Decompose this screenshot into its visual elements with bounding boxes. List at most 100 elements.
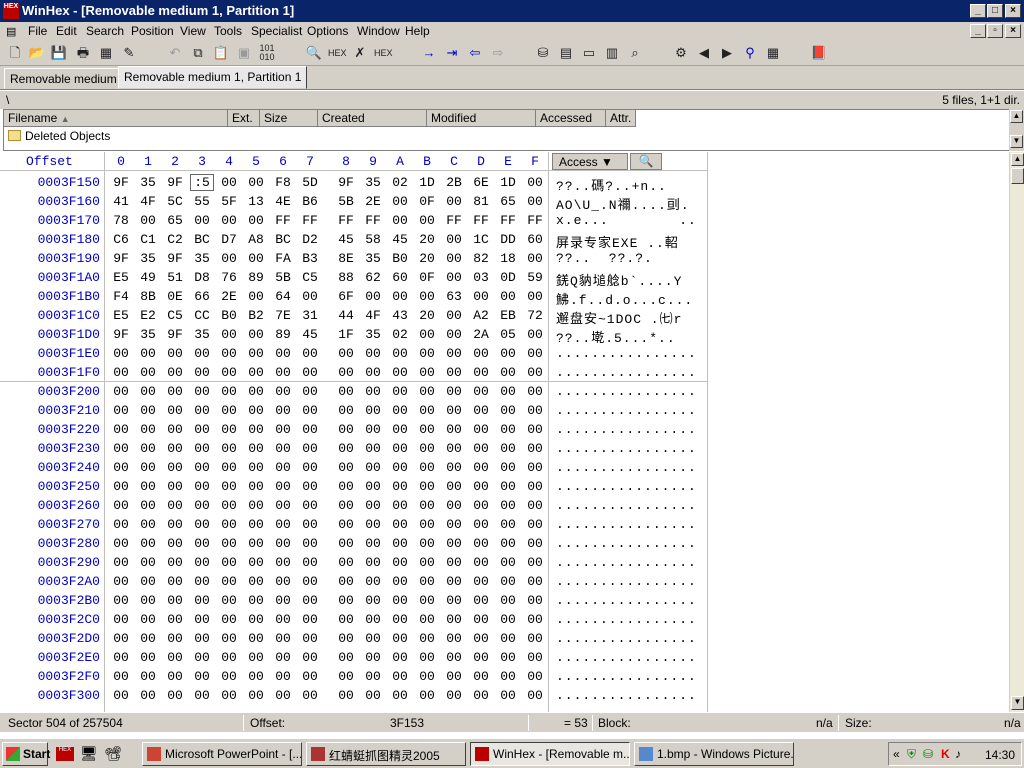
hex-byte[interactable]: E2 (137, 308, 159, 323)
hex-row[interactable]: 0003F260 00 00 00 00 00 00 00 00 00 00 00 00 00 00 00 00… (0, 496, 708, 515)
menu-options[interactable]: Options (307, 24, 348, 38)
binary-icon[interactable]: 101 010 (258, 44, 276, 62)
hex-byte[interactable]: BC (272, 232, 294, 247)
hex-byte[interactable]: 00 (497, 688, 519, 703)
hex-byte[interactable]: 00 (335, 593, 357, 608)
hex-byte[interactable]: 58 (362, 232, 384, 247)
hex-byte[interactable]: 00 (272, 346, 294, 361)
grid-icon[interactable]: ▦ (764, 44, 782, 62)
hex-byte[interactable]: 89 (272, 327, 294, 342)
hex-byte[interactable]: 00 (335, 517, 357, 532)
hex-byte[interactable]: 00 (137, 536, 159, 551)
hex-byte[interactable]: 00 (443, 403, 465, 418)
hex-byte[interactable]: 00 (497, 631, 519, 646)
hex-byte[interactable]: 20 (416, 232, 438, 247)
hex-byte[interactable]: 00 (137, 517, 159, 532)
hex-byte[interactable]: 00 (191, 422, 213, 437)
hex-byte[interactable]: 31 (299, 308, 321, 323)
hex-byte[interactable]: 00 (191, 346, 213, 361)
hex-byte[interactable]: C1 (137, 232, 159, 247)
scroll-down-icon[interactable]: ▼ (1011, 696, 1024, 710)
hex-byte[interactable]: 00 (110, 517, 132, 532)
hex-byte[interactable]: 00 (416, 688, 438, 703)
hex-byte[interactable]: 5B (272, 270, 294, 285)
hex-byte[interactable]: 00 (272, 555, 294, 570)
hex-byte[interactable]: 00 (416, 441, 438, 456)
hex-row[interactable]: 0003F2A0 00 00 00 00 00 00 00 00 00 00 00 00 00 00 00 00… (0, 572, 708, 591)
hex-row[interactable]: 0003F1B0 F4 8B 0E 66 2E 00 64 00 6F 00 00 00 63 00 00 00… (0, 287, 708, 308)
hex-byte[interactable]: 00 (443, 365, 465, 380)
row-text[interactable]: ................ (556, 593, 697, 608)
goto-offset-icon[interactable]: → (420, 44, 438, 62)
hex-byte[interactable]: 00 (470, 479, 492, 494)
hex-byte[interactable]: 00 (497, 498, 519, 513)
hex-byte[interactable]: 00 (110, 631, 132, 646)
kaspersky-icon[interactable]: K (941, 747, 950, 761)
hex-byte[interactable]: 00 (443, 479, 465, 494)
hex-row[interactable]: 0003F250 00 00 00 00 00 00 00 00 00 00 00 00 00 00 00 00… (0, 477, 708, 496)
hex-byte[interactable]: 00 (470, 289, 492, 304)
hex-byte[interactable]: 00 (137, 574, 159, 589)
hex-byte[interactable]: 44 (335, 308, 357, 323)
hex-byte[interactable]: 00 (110, 555, 132, 570)
hex-byte[interactable]: 00 (137, 555, 159, 570)
hex-byte[interactable]: 9F (164, 327, 186, 342)
hex-byte[interactable]: 00 (272, 574, 294, 589)
hex-byte[interactable]: 00 (245, 593, 267, 608)
hex-byte[interactable]: B3 (299, 251, 321, 266)
hex-byte[interactable]: 35 (137, 251, 159, 266)
hex-byte[interactable]: 1D (416, 175, 438, 190)
hex-byte[interactable]: 00 (362, 555, 384, 570)
hex-row[interactable]: 0003F290 00 00 00 00 00 00 00 00 00 00 00 00 00 00 00 00… (0, 553, 708, 572)
hex-byte[interactable]: 00 (443, 536, 465, 551)
hex-byte[interactable]: 00 (110, 536, 132, 551)
hex-byte[interactable]: 00 (335, 631, 357, 646)
hex-byte[interactable]: 00 (416, 650, 438, 665)
hex-byte[interactable]: 00 (137, 384, 159, 399)
hex-byte[interactable]: 00 (218, 669, 240, 684)
row-text[interactable]: ................ (556, 536, 697, 551)
hex-byte[interactable]: 00 (470, 536, 492, 551)
hex-byte[interactable]: 00 (524, 574, 546, 589)
hex-byte[interactable]: 00 (110, 498, 132, 513)
document-icon[interactable]: ▤ (6, 25, 16, 38)
hex-byte[interactable]: 43 (389, 308, 411, 323)
row-text[interactable]: ??.. ??.?. (556, 251, 653, 266)
open-folder-icon[interactable]: 📂 (28, 44, 46, 62)
menu-window[interactable]: Window (357, 24, 400, 38)
hex-byte[interactable]: 00 (416, 403, 438, 418)
hex-byte[interactable]: 00 (470, 612, 492, 627)
hex-byte[interactable]: 9F (110, 175, 132, 190)
hex-byte[interactable]: 00 (497, 536, 519, 551)
hex-byte[interactable]: 00 (470, 460, 492, 475)
hex-byte[interactable]: 00 (335, 422, 357, 437)
hex-byte[interactable]: 00 (335, 460, 357, 475)
hex-byte[interactable]: 00 (524, 251, 546, 266)
hex-byte[interactable]: 00 (389, 441, 411, 456)
hex-byte[interactable]: 00 (362, 574, 384, 589)
task-capture-tool[interactable]: 红蜻蜓抓图精灵2005 (306, 742, 466, 766)
row-text[interactable]: ................ (556, 669, 697, 684)
hex-byte[interactable]: 00 (335, 498, 357, 513)
menu-search[interactable]: Search (86, 24, 124, 38)
hex-byte[interactable]: 00 (191, 498, 213, 513)
hex-byte[interactable]: 78 (110, 213, 132, 228)
hex-byte[interactable]: 89 (245, 270, 267, 285)
hex-byte[interactable]: 00 (110, 688, 132, 703)
hex-byte[interactable]: 00 (245, 327, 267, 342)
hex-byte[interactable]: 00 (443, 631, 465, 646)
hex-byte[interactable]: 00 (416, 498, 438, 513)
hex-byte[interactable]: 00 (389, 194, 411, 209)
hex-byte[interactable]: 00 (164, 536, 186, 551)
hex-byte[interactable]: 00 (110, 422, 132, 437)
hex-byte[interactable]: 00 (245, 688, 267, 703)
hex-byte[interactable]: 00 (524, 612, 546, 627)
hex-byte[interactable]: 00 (497, 479, 519, 494)
hex-byte[interactable]: 00 (497, 460, 519, 475)
network-icon[interactable]: ⛁ (923, 747, 933, 761)
hex-byte[interactable]: 00 (299, 460, 321, 475)
access-dropdown[interactable]: Access ▼ (552, 153, 628, 170)
hex-byte[interactable]: 2B (443, 175, 465, 190)
row-text[interactable]: ................ (556, 574, 697, 589)
hex-byte[interactable]: 00 (443, 669, 465, 684)
